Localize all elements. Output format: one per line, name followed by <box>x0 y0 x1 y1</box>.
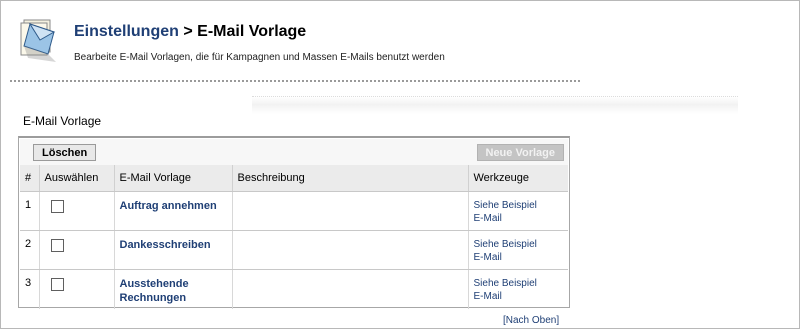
page-subtitle: Bearbeite E-Mail Vorlagen, die für Kampa… <box>74 52 445 63</box>
table-header-row: # Auswählen E-Mail Vorlage Beschreibung … <box>20 165 568 192</box>
template-name-link[interactable]: Dankesschreiben <box>120 239 211 251</box>
select-checkbox[interactable] <box>50 238 64 252</box>
template-name-cell: Dankesschreiben <box>114 230 233 270</box>
breadcrumb-einstellungen[interactable]: Einstellungen <box>74 23 179 40</box>
select-cell <box>39 230 115 270</box>
column-header-select: Auswählen <box>39 165 115 192</box>
page-title: Einstellungen > E-Mail Vorlage <box>74 23 306 41</box>
template-table: # Auswählen E-Mail Vorlage Beschreibung … <box>20 165 568 309</box>
row-number: 1 <box>20 191 40 231</box>
template-name-cell: Auftrag annehmen <box>114 191 233 231</box>
breadcrumb-separator: > <box>178 23 198 40</box>
tools-cell: Siehe Beispiel E-Mail <box>468 191 568 231</box>
column-header-template: E-Mail Vorlage <box>114 165 233 192</box>
description-cell <box>232 230 469 270</box>
template-name-link[interactable]: Ausstehende Rechnungen <box>120 278 189 304</box>
header-divider <box>10 80 580 82</box>
preview-email-link[interactable]: Siehe Beispiel E-Mail <box>474 199 554 225</box>
delete-button[interactable]: Löschen <box>33 144 97 161</box>
select-cell <box>39 269 115 309</box>
tools-cell: Siehe Beispiel E-Mail <box>468 269 568 309</box>
description-cell <box>232 191 469 231</box>
description-cell <box>232 269 469 309</box>
table-row: 2 Dankesschreiben Siehe Beispiel E-Mail <box>20 230 568 270</box>
column-header-number: # <box>20 165 40 192</box>
table-row: 1 Auftrag annehmen Siehe Beispiel E-Mail <box>20 191 568 231</box>
template-list-panel: Löschen Neue Vorlage # Auswählen E-Mail … <box>18 136 570 309</box>
new-template-button[interactable]: Neue Vorlage <box>476 144 564 161</box>
tools-cell: Siehe Beispiel E-Mail <box>468 230 568 270</box>
column-header-tools: Werkzeuge <box>468 165 568 192</box>
preview-email-link[interactable]: Siehe Beispiel E-Mail <box>474 277 554 303</box>
select-cell <box>39 191 115 231</box>
list-toolbar: Löschen Neue Vorlage <box>20 139 568 165</box>
column-header-description: Beschreibung <box>232 165 469 192</box>
email-template-icon <box>20 19 56 62</box>
back-to-top-link[interactable]: [Nach Oben] <box>503 315 559 326</box>
table-row: 3 Ausstehende Rechnungen Siehe Beispiel E… <box>20 269 568 309</box>
row-number: 2 <box>20 230 40 270</box>
row-number: 3 <box>20 269 40 309</box>
page-title-text: E-Mail Vorlage <box>197 23 307 40</box>
preview-email-link[interactable]: Siehe Beispiel E-Mail <box>474 238 554 264</box>
select-checkbox[interactable] <box>50 199 64 213</box>
decorative-bar <box>252 96 738 114</box>
select-checkbox[interactable] <box>50 277 64 291</box>
template-name-link[interactable]: Auftrag annehmen <box>120 200 217 212</box>
section-title: E-Mail Vorlage <box>23 114 102 128</box>
template-name-cell: Ausstehende Rechnungen <box>114 269 233 309</box>
